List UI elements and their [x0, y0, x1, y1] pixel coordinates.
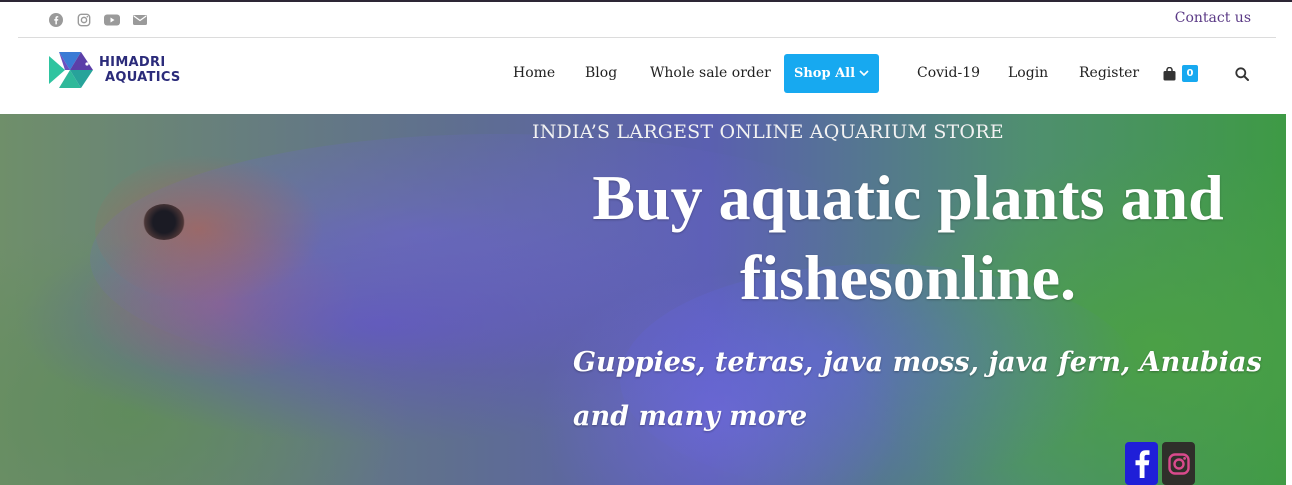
shop-all-label: Shop All	[793, 66, 856, 81]
hero-kicker: INDIA’S LARGEST ONLINE AQUARIUM STORE	[532, 121, 1004, 143]
nav-login[interactable]: Login	[1008, 65, 1048, 81]
contact-us-link[interactable]: Contact us	[1175, 10, 1251, 26]
main-nav: Home Blog Whole sale order Shop All Covi…	[0, 38, 1292, 114]
hero-fish-head	[95, 154, 325, 304]
facebook-icon[interactable]	[48, 12, 64, 28]
cart-count-badge: 0	[1182, 65, 1198, 82]
nav-home[interactable]: Home	[513, 65, 555, 81]
youtube-icon[interactable]	[104, 12, 120, 28]
chevron-down-icon	[859, 70, 869, 77]
site-header: HIMADRI AQUATICS Home Blog Whole sale or…	[0, 38, 1292, 114]
nav-wholesale-order[interactable]: Whole sale order	[650, 65, 771, 81]
nav-register[interactable]: Register	[1079, 65, 1139, 81]
top-bar: Contact us	[0, 2, 1292, 38]
nav-covid-19[interactable]: Covid-19	[917, 65, 980, 81]
instagram-icon	[1167, 452, 1190, 475]
hero-banner: INDIA’S LARGEST ONLINE AQUARIUM STORE Bu…	[0, 114, 1286, 485]
cart-button[interactable]: 0	[1163, 65, 1198, 82]
envelope-icon[interactable]	[132, 12, 148, 28]
hero-fish-eye	[143, 204, 185, 240]
instagram-icon[interactable]	[76, 12, 92, 28]
hero-title: Buy aquatic plants and fishesonline.	[592, 162, 1224, 313]
floating-facebook-button[interactable]	[1125, 442, 1158, 485]
top-social-links	[48, 12, 148, 28]
facebook-icon	[1135, 449, 1149, 478]
shop-all-button[interactable]: Shop All	[784, 54, 879, 93]
floating-instagram-button[interactable]	[1162, 442, 1195, 485]
hero-subtitle: Guppies, tetras, java moss, java fern, A…	[573, 347, 1262, 432]
floating-social-links	[1125, 442, 1195, 485]
nav-blog[interactable]: Blog	[585, 65, 617, 81]
shopping-bag-icon	[1163, 66, 1176, 80]
search-icon[interactable]	[1235, 66, 1249, 85]
